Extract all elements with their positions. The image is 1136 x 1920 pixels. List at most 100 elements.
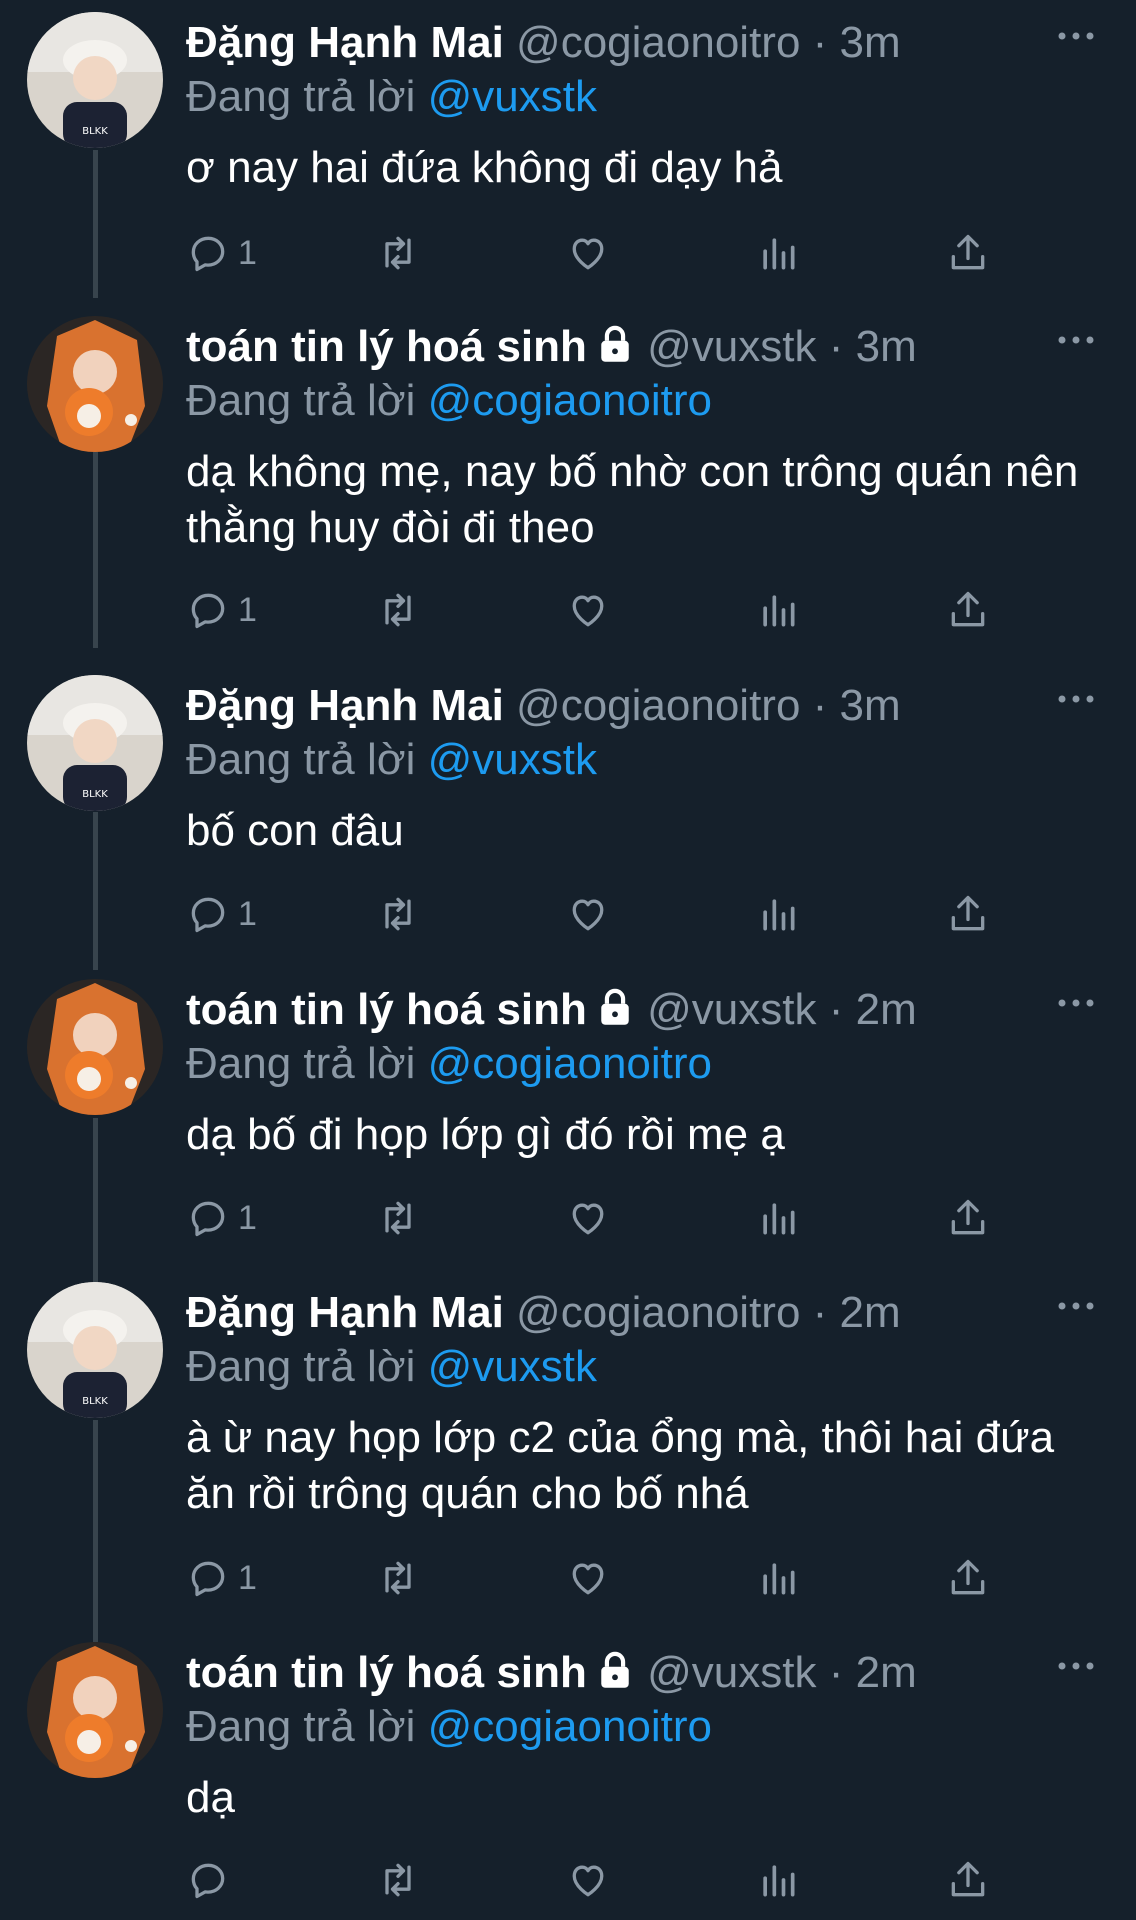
user-handle[interactable]: @cogiaonoitro xyxy=(516,681,800,730)
tweet[interactable]: toán tin lý hoá sinh @vuxstk · 3m Đang t… xyxy=(0,304,1136,644)
timestamp[interactable]: 2m xyxy=(840,1288,901,1337)
reply-button[interactable]: 1 xyxy=(186,582,257,638)
heart-icon xyxy=(572,1865,604,1897)
display-name[interactable]: Đặng Hạnh Mai xyxy=(186,1288,504,1337)
tweet-text: dạ không mẹ, nay bố nhờ con trông quán n… xyxy=(186,447,1079,552)
like-button[interactable] xyxy=(566,225,610,281)
views-button[interactable] xyxy=(756,886,800,942)
more-icon[interactable] xyxy=(1056,993,1096,1013)
reply-button[interactable]: 1 xyxy=(186,886,257,942)
user-handle[interactable]: @vuxstk xyxy=(647,1648,816,1697)
timestamp[interactable]: 3m xyxy=(840,18,901,67)
reply-button[interactable]: 1 xyxy=(186,1550,257,1606)
separator-dot: · xyxy=(812,18,828,67)
separator-dot: · xyxy=(812,681,828,730)
retweet-button[interactable] xyxy=(376,1550,420,1606)
timestamp[interactable]: 2m xyxy=(856,1648,917,1697)
more-icon[interactable] xyxy=(1056,1296,1096,1316)
replying-to-label: Đang trả lời xyxy=(186,376,416,425)
views-button[interactable] xyxy=(756,1852,800,1908)
tweet-header: Đặng Hạnh Mai @cogiaonoitro · 3m xyxy=(186,681,901,731)
user-handle[interactable]: @cogiaonoitro xyxy=(516,1288,800,1337)
avatar[interactable] xyxy=(27,316,163,452)
timestamp[interactable]: 2m xyxy=(856,985,917,1034)
reply-button[interactable]: 1 xyxy=(186,1190,257,1246)
share-button[interactable] xyxy=(946,1550,990,1606)
reply-count: 1 xyxy=(238,233,257,272)
avatar[interactable]: BLKK xyxy=(27,675,163,811)
share-icon xyxy=(951,234,985,270)
tweet-header: Đặng Hạnh Mai @cogiaonoitro · 3m xyxy=(186,18,901,68)
display-name[interactable]: toán tin lý hoá sinh xyxy=(186,322,587,371)
like-button[interactable] xyxy=(566,1550,610,1606)
share-button[interactable] xyxy=(946,1190,990,1246)
like-button[interactable] xyxy=(566,1190,610,1246)
share-button[interactable] xyxy=(946,886,990,942)
share-icon xyxy=(951,591,985,627)
views-button[interactable] xyxy=(756,582,800,638)
mention-link[interactable]: @cogiaonoitro xyxy=(428,1702,712,1751)
like-button[interactable] xyxy=(566,582,610,638)
avatar[interactable] xyxy=(27,1642,163,1778)
like-button[interactable] xyxy=(566,886,610,942)
avatar[interactable] xyxy=(27,979,163,1115)
share-icon xyxy=(951,1199,985,1235)
retweet-button[interactable] xyxy=(376,225,420,281)
timestamp[interactable]: 3m xyxy=(856,322,917,371)
mention-link[interactable]: @vuxstk xyxy=(428,735,597,784)
analytics-icon xyxy=(763,899,795,931)
reply-icon xyxy=(191,897,225,933)
action-bar: 1 xyxy=(186,1190,1006,1246)
display-name[interactable]: toán tin lý hoá sinh xyxy=(186,985,587,1034)
reply-button[interactable]: 1 xyxy=(186,225,257,281)
user-handle[interactable]: @cogiaonoitro xyxy=(516,18,800,67)
conversation-thread: BLKK Đặng Hạnh Mai @cogiaonoitro · 3m Đa… xyxy=(0,0,1136,1920)
reply-count: 1 xyxy=(238,1558,257,1597)
more-icon[interactable] xyxy=(1056,689,1096,709)
tweet[interactable]: BLKK Đặng Hạnh Mai @cogiaonoitro · 3m Đa… xyxy=(0,0,1136,298)
avatar[interactable]: BLKK xyxy=(27,12,163,148)
share-button[interactable] xyxy=(946,582,990,638)
avatar[interactable]: BLKK xyxy=(27,1282,163,1418)
heart-icon xyxy=(572,1203,604,1235)
user-handle[interactable]: @vuxstk xyxy=(647,985,816,1034)
views-button[interactable] xyxy=(756,1550,800,1606)
share-button[interactable] xyxy=(946,225,990,281)
tweet[interactable]: toán tin lý hoá sinh @vuxstk · 2m Đang t… xyxy=(0,967,1136,1267)
mention-link[interactable]: @cogiaonoitro xyxy=(428,376,712,425)
mention-link[interactable]: @vuxstk xyxy=(428,1342,597,1391)
analytics-icon xyxy=(763,595,795,627)
replying-to: Đang trả lời @vuxstk xyxy=(186,72,597,122)
tweet[interactable]: BLKK Đặng Hạnh Mai @cogiaonoitro · 3m Đa… xyxy=(0,663,1136,963)
retweet-button[interactable] xyxy=(376,582,420,638)
replying-to: Đang trả lời @vuxstk xyxy=(186,735,597,785)
replying-to: Đang trả lời @cogiaonoitro xyxy=(186,1039,712,1089)
retweet-button[interactable] xyxy=(376,1852,420,1908)
tweet[interactable]: BLKK Đặng Hạnh Mai @cogiaonoitro · 2m Đa… xyxy=(0,1270,1136,1620)
action-bar: 1 xyxy=(186,886,1006,942)
tweet[interactable]: toán tin lý hoá sinh @vuxstk · 2m Đang t… xyxy=(0,1630,1136,1920)
retweet-button[interactable] xyxy=(376,1190,420,1246)
display-name[interactable]: Đặng Hạnh Mai xyxy=(186,681,504,730)
user-handle[interactable]: @vuxstk xyxy=(647,322,816,371)
tweet-header: toán tin lý hoá sinh @vuxstk · 3m xyxy=(186,322,917,372)
reply-button[interactable] xyxy=(186,1852,238,1908)
tweet-text: bố con đâu xyxy=(186,806,404,855)
views-button[interactable] xyxy=(756,1190,800,1246)
mention-link[interactable]: @vuxstk xyxy=(428,72,597,121)
like-button[interactable] xyxy=(566,1852,610,1908)
mention-link[interactable]: @cogiaonoitro xyxy=(428,1039,712,1088)
display-name[interactable]: toán tin lý hoá sinh xyxy=(186,1648,587,1697)
reply-icon xyxy=(191,236,225,272)
views-button[interactable] xyxy=(756,225,800,281)
share-icon xyxy=(951,1559,985,1595)
reply-icon xyxy=(191,1863,225,1899)
lock-icon xyxy=(601,325,629,362)
more-icon[interactable] xyxy=(1056,330,1096,350)
display-name[interactable]: Đặng Hạnh Mai xyxy=(186,18,504,67)
retweet-button[interactable] xyxy=(376,886,420,942)
more-icon[interactable] xyxy=(1056,26,1096,46)
timestamp[interactable]: 3m xyxy=(840,681,901,730)
share-button[interactable] xyxy=(946,1852,990,1908)
more-icon[interactable] xyxy=(1056,1656,1096,1676)
